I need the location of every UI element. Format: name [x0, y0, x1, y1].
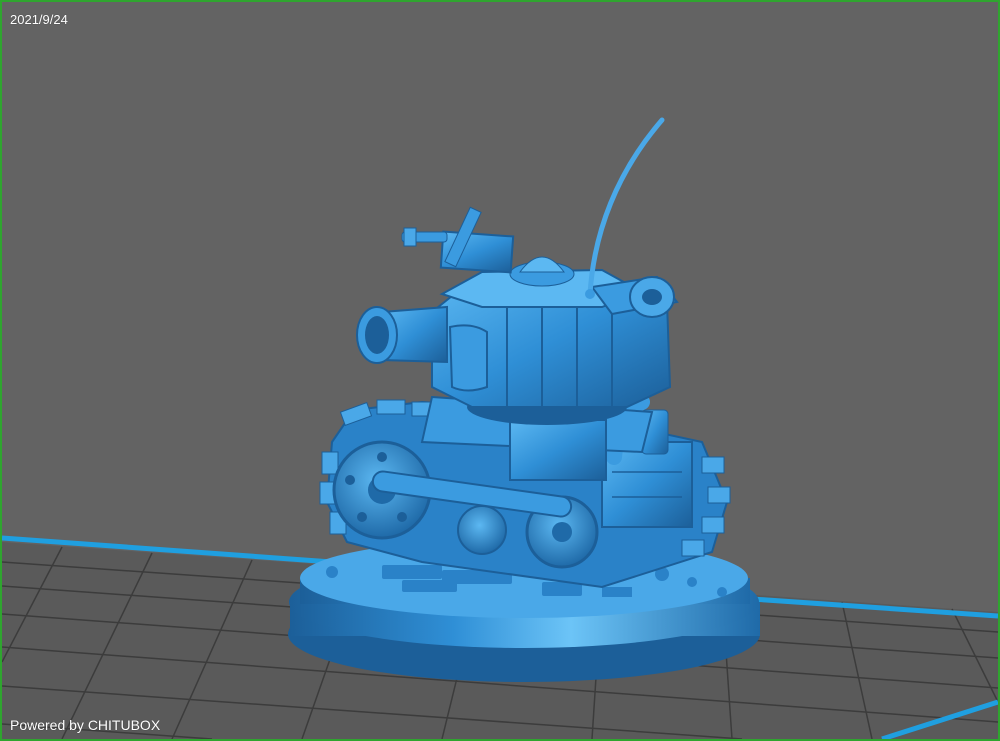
tank-model-icon[interactable]	[288, 117, 760, 682]
scene-canvas[interactable]	[2, 2, 998, 739]
date-label: 2021/9/24	[10, 12, 68, 27]
turret	[356, 117, 679, 425]
3d-viewport[interactable]: 2021/9/24 Powered by CHITUBOX	[0, 0, 1000, 741]
powered-by-watermark: Powered by CHITUBOX	[10, 717, 161, 733]
